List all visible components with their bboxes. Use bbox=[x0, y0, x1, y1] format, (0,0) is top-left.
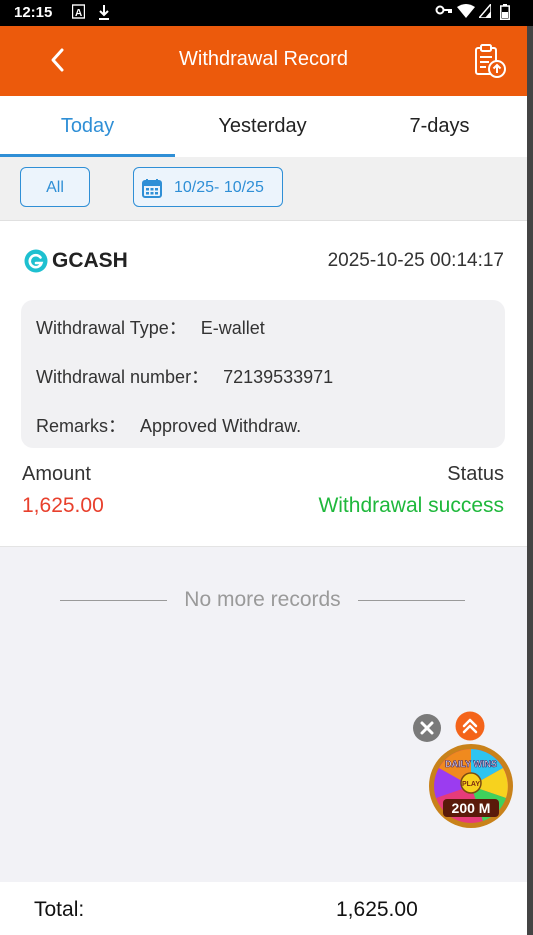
detail-withdrawal-type: Withdrawal Type： E-wallet bbox=[36, 314, 265, 340]
status-time: 12:15 bbox=[14, 4, 53, 21]
download-icon bbox=[98, 4, 110, 23]
detail-key: Withdrawal Type： bbox=[36, 318, 187, 338]
page-title: Withdrawal Record bbox=[179, 48, 348, 70]
payment-method: GCASH bbox=[52, 249, 128, 272]
total-footer: Total: 1,625.00 bbox=[0, 882, 527, 935]
detail-key: Withdrawal number： bbox=[36, 367, 210, 387]
record-details: Withdrawal Type： E-wallet Withdrawal numb… bbox=[21, 300, 505, 448]
expand-promo-button[interactable] bbox=[455, 711, 485, 741]
a-notification-icon: A bbox=[71, 4, 86, 22]
withdrawal-record-card: GCASH 2025-10-25 00:14:17 Withdrawal Typ… bbox=[0, 221, 527, 547]
total-value: 1,625.00 bbox=[336, 898, 418, 921]
filter-bar: All 10/25- 10/25 bbox=[0, 157, 527, 221]
promo-play-text: PLAY bbox=[462, 781, 480, 788]
close-promo-button[interactable] bbox=[413, 714, 441, 742]
tab-7-days[interactable]: 7-days bbox=[352, 96, 527, 157]
status-bar: 12:15 A bbox=[0, 0, 533, 26]
close-icon bbox=[413, 714, 441, 742]
date-range-button[interactable]: 10/25- 10/25 bbox=[133, 167, 283, 207]
detail-value: 72139533971 bbox=[223, 367, 334, 387]
gcash-logo-icon bbox=[24, 249, 48, 273]
filter-all-button[interactable]: All bbox=[20, 167, 90, 207]
promo-amount-text: 200 M bbox=[452, 800, 491, 816]
date-range-text: 10/25- 10/25 bbox=[174, 179, 264, 196]
detail-remarks: Remarks： Approved Withdraw. bbox=[36, 412, 301, 438]
detail-value: E-wallet bbox=[200, 318, 265, 338]
battery-icon bbox=[500, 4, 510, 23]
amount-value: 1,625.00 bbox=[22, 494, 104, 517]
records-action-button[interactable] bbox=[470, 44, 510, 80]
tab-yesterday[interactable]: Yesterday bbox=[175, 96, 350, 157]
svg-text:A: A bbox=[75, 8, 82, 19]
status-value: Withdrawal success bbox=[318, 494, 504, 517]
date-tabs: Today Yesterday 7-days bbox=[0, 96, 527, 158]
detail-value: Approved Withdraw. bbox=[140, 416, 302, 436]
daily-wins-promo[interactable]: PLAY DAILY WINS 200 M bbox=[428, 743, 514, 829]
double-chevron-up-icon bbox=[455, 711, 485, 741]
wifi-icon bbox=[457, 4, 475, 21]
total-label: Total: bbox=[34, 898, 85, 921]
prize-wheel-icon: PLAY DAILY WINS 200 M bbox=[429, 744, 513, 828]
detail-key: Remarks： bbox=[36, 416, 127, 436]
list-end-indicator: No more records bbox=[60, 586, 465, 614]
amount-label: Amount bbox=[22, 463, 91, 485]
status-label: Status bbox=[447, 463, 504, 485]
divider-line bbox=[358, 600, 465, 601]
signal-icon bbox=[477, 1, 492, 21]
record-datetime: 2025-10-25 00:14:17 bbox=[327, 250, 504, 271]
window-edge bbox=[527, 26, 533, 935]
detail-withdrawal-number: Withdrawal number： 72139533971 bbox=[36, 363, 333, 389]
clipboard-upload-icon bbox=[475, 44, 506, 78]
vpn-key-icon bbox=[435, 4, 453, 19]
calendar-icon bbox=[142, 179, 162, 198]
app-header: Withdrawal Record bbox=[0, 26, 527, 96]
promo-title-text: DAILY WINS bbox=[445, 759, 497, 769]
tab-today[interactable]: Today bbox=[0, 96, 175, 157]
